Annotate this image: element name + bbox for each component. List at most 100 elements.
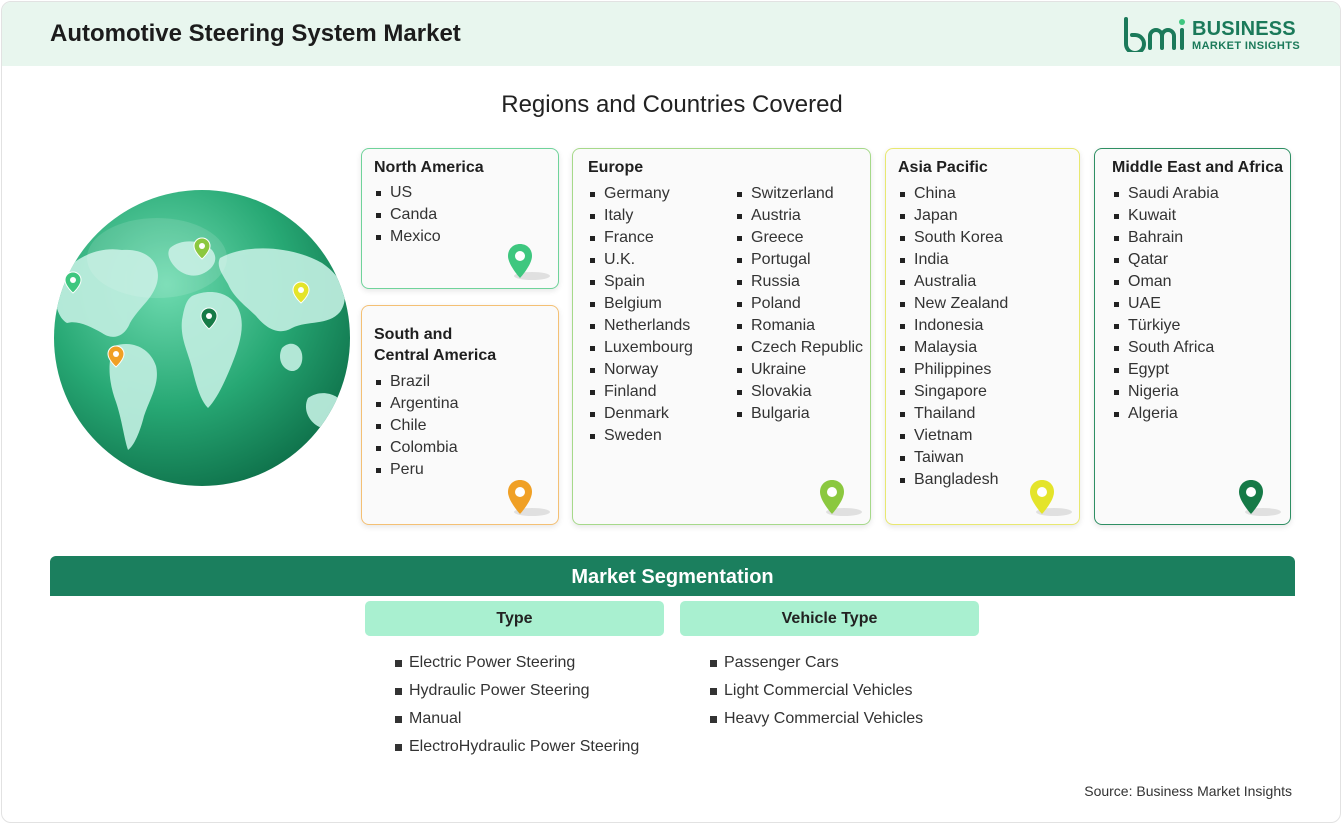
segment-item: Electric Power Steering <box>395 653 639 681</box>
country-item: Peru <box>374 459 459 481</box>
country-list-north-america: US Canda Mexico <box>374 182 441 248</box>
country-item: India <box>898 249 1008 271</box>
header-bar: Automotive Steering System Market BUSINE… <box>2 2 1340 66</box>
country-item: Belgium <box>588 293 693 315</box>
country-item: Oman <box>1112 271 1219 293</box>
region-title-south-america: South and Central America <box>374 324 496 366</box>
country-item: Vietnam <box>898 425 1008 447</box>
country-item: Algeria <box>1112 403 1219 425</box>
country-item: U.K. <box>588 249 693 271</box>
country-list-south-america: Brazil Argentina Chile Colombia Peru <box>374 371 459 481</box>
country-item: Norway <box>588 359 693 381</box>
country-item: Sweden <box>588 425 693 447</box>
segment-item: Manual <box>395 709 639 737</box>
country-item: Portugal <box>735 249 863 271</box>
source-note: Source: Business Market Insights <box>1084 783 1292 799</box>
country-item: Australia <box>898 271 1008 293</box>
map-pin-icon <box>1239 480 1281 516</box>
segment-list-vehicle-type: Passenger Cars Light Commercial Vehicles… <box>710 653 923 737</box>
country-item: Ukraine <box>735 359 863 381</box>
region-title-line1: South and <box>374 326 453 343</box>
logo-text-business: BUSINESS <box>1192 18 1296 40</box>
segment-item: ElectroHydraulic Power Steering <box>395 737 639 765</box>
country-item: Poland <box>735 293 863 315</box>
segment-item: Heavy Commercial Vehicles <box>710 709 923 737</box>
region-title-asia-pacific: Asia Pacific <box>898 159 988 176</box>
country-item: Denmark <box>588 403 693 425</box>
segment-item: Passenger Cars <box>710 653 923 681</box>
country-item: Canda <box>374 204 441 226</box>
country-list-europe-col1: Germany Italy France U.K. Spain Belgium … <box>588 183 693 447</box>
market-segmentation-bar: Market Segmentation <box>50 556 1295 596</box>
globe-illustration <box>54 190 350 486</box>
country-item: Malaysia <box>898 337 1008 359</box>
country-item: Luxembourg <box>588 337 693 359</box>
country-item: Thailand <box>898 403 1008 425</box>
region-card-north-america: North America US Canda Mexico <box>361 148 559 289</box>
country-item: Switzerland <box>735 183 863 205</box>
country-item: Spain <box>588 271 693 293</box>
region-title-north-america: North America <box>374 159 484 176</box>
region-title-europe: Europe <box>588 159 644 176</box>
country-item: Colombia <box>374 437 459 459</box>
segment-item: Hydraulic Power Steering <box>395 681 639 709</box>
country-item: Qatar <box>1112 249 1219 271</box>
country-item: Kuwait <box>1112 205 1219 227</box>
country-item: Germany <box>588 183 693 205</box>
region-card-asia-pacific: Asia Pacific China Japan South Korea Ind… <box>885 148 1080 525</box>
infographic-frame: Automotive Steering System Market BUSINE… <box>1 1 1341 823</box>
country-item: Romania <box>735 315 863 337</box>
country-item: Czech Republic <box>735 337 863 359</box>
country-item: Egypt <box>1112 359 1219 381</box>
country-item: Mexico <box>374 226 441 248</box>
bmi-logo: BUSINESS MARKET INSIGHTS <box>1122 16 1302 54</box>
country-item: UAE <box>1112 293 1219 315</box>
region-card-middle-east-africa: Middle East and Africa Saudi Arabia Kuwa… <box>1094 148 1291 525</box>
map-pin-icon <box>1030 480 1072 516</box>
country-item: US <box>374 182 441 204</box>
segment-header-vehicle-type: Vehicle Type <box>680 601 979 636</box>
country-item: Indonesia <box>898 315 1008 337</box>
logo-text-market-insights: MARKET INSIGHTS <box>1192 40 1301 52</box>
country-item: South Africa <box>1112 337 1219 359</box>
country-item: South Korea <box>898 227 1008 249</box>
country-item: Bahrain <box>1112 227 1219 249</box>
page-title: Automotive Steering System Market <box>50 20 461 47</box>
segment-header-type: Type <box>365 601 664 636</box>
bmi-logo-icon <box>1124 17 1185 52</box>
country-list-europe-col2: Switzerland Austria Greece Portugal Russ… <box>735 183 863 425</box>
country-item: China <box>898 183 1008 205</box>
country-item: Russia <box>735 271 863 293</box>
country-list-asia-pacific: China Japan South Korea India Australia … <box>898 183 1008 491</box>
country-item: Brazil <box>374 371 459 393</box>
country-item: Argentina <box>374 393 459 415</box>
region-card-europe: Europe Germany Italy France U.K. Spain B… <box>572 148 871 525</box>
country-item: Greece <box>735 227 863 249</box>
segment-item: Light Commercial Vehicles <box>710 681 923 709</box>
market-segmentation-title: Market Segmentation <box>571 566 774 588</box>
country-item: Saudi Arabia <box>1112 183 1219 205</box>
country-item: New Zealand <box>898 293 1008 315</box>
country-item: Austria <box>735 205 863 227</box>
country-item: Japan <box>898 205 1008 227</box>
country-item: Chile <box>374 415 459 437</box>
country-item: Taiwan <box>898 447 1008 469</box>
region-title-line2: Central America <box>374 347 497 364</box>
country-item: Netherlands <box>588 315 693 337</box>
region-title-middle-east-africa: Middle East and Africa <box>1112 159 1283 176</box>
country-item: Türkiye <box>1112 315 1219 337</box>
country-item: Singapore <box>898 381 1008 403</box>
country-item: Bangladesh <box>898 469 1008 491</box>
country-item: Nigeria <box>1112 381 1219 403</box>
segment-list-type: Electric Power Steering Hydraulic Power … <box>395 653 639 765</box>
country-list-middle-east-africa: Saudi Arabia Kuwait Bahrain Qatar Oman U… <box>1112 183 1219 425</box>
regions-title: Regions and Countries Covered <box>501 91 843 118</box>
country-item: France <box>588 227 693 249</box>
map-pin-icon <box>508 244 550 280</box>
country-item: Philippines <box>898 359 1008 381</box>
country-item: Slovakia <box>735 381 863 403</box>
map-pin-icon <box>820 480 862 516</box>
region-card-south-america: South and Central America Brazil Argenti… <box>361 305 559 525</box>
country-item: Bulgaria <box>735 403 863 425</box>
country-item: Italy <box>588 205 693 227</box>
